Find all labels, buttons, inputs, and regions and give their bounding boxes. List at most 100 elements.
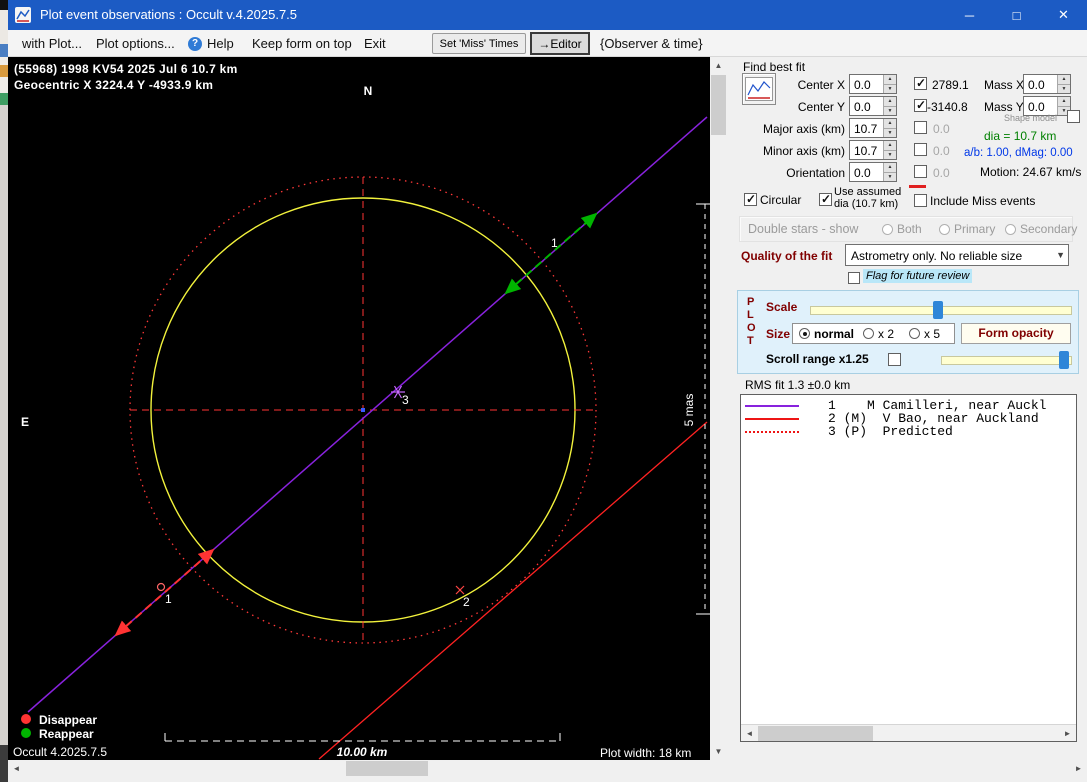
find-best-fit-label: Find best fit	[743, 60, 805, 74]
mass-y-label: Mass Y	[984, 100, 1024, 114]
menu-exit[interactable]: Exit	[364, 36, 386, 51]
major-axis-checkbox[interactable]	[914, 121, 927, 134]
double-stars-secondary-radio[interactable]	[1005, 224, 1016, 235]
flag-review-checkbox[interactable]	[848, 272, 860, 284]
horizontal-scroll-thumb[interactable]	[346, 761, 428, 776]
scroll-left-icon[interactable]: ◄	[8, 760, 25, 777]
spinner-down-icon[interactable]: ▼	[883, 106, 896, 115]
chordlist-horizontal-scrollbar[interactable]: ◄ ►	[741, 724, 1076, 741]
orientation-checkbox[interactable]	[914, 165, 927, 178]
find-best-fit-button[interactable]	[742, 73, 776, 105]
scroll-right-icon[interactable]: ►	[1070, 760, 1087, 777]
shape-model-checkbox[interactable]	[1067, 110, 1080, 123]
editor-button[interactable]: →Editor	[530, 32, 590, 55]
spinner-down-icon[interactable]: ▼	[1057, 84, 1070, 93]
spinner-down-icon[interactable]: ▼	[883, 150, 896, 159]
spinner-down-icon[interactable]: ▼	[883, 128, 896, 137]
center-y-checkbox[interactable]	[914, 99, 927, 112]
spinner-up-icon[interactable]: ▲	[883, 75, 896, 84]
spinner-up-icon[interactable]: ▲	[883, 163, 896, 172]
spinner-up-icon[interactable]: ▲	[883, 97, 896, 106]
window-controls: ─ □ ✕	[946, 0, 1087, 30]
minimize-icon: ─	[965, 8, 974, 23]
menu-with-plot[interactable]: with Plot...	[22, 36, 82, 51]
dropdown-icon[interactable]: ▼	[1056, 250, 1065, 260]
edge-segment	[0, 105, 8, 745]
scroll-right-icon[interactable]: ►	[1059, 725, 1076, 742]
chord-listbox[interactable]: 1 M Camilleri, near Auckl 2 (M) V Bao, n…	[740, 394, 1077, 742]
minor-axis-label: Minor axis (km)	[757, 144, 845, 158]
close-button[interactable]: ✕	[1040, 0, 1087, 30]
chord-row-1[interactable]: 1 M Camilleri, near Auckl	[743, 398, 1074, 411]
close-icon: ✕	[1058, 7, 1069, 23]
plot-letter: L	[747, 309, 754, 321]
mass-x-label: Mass X	[984, 78, 1024, 92]
chordlist-scroll-thumb[interactable]	[758, 726, 873, 741]
size-x2-radio[interactable]	[863, 328, 874, 339]
reappear-legend-dot	[21, 728, 31, 738]
orientation-value: 0.0	[854, 166, 871, 180]
rms-fit-label: RMS fit 1.3 ±0.0 km	[745, 378, 850, 392]
center-x-checkbox[interactable]	[914, 77, 927, 90]
scale-slider-thumb[interactable]	[933, 301, 943, 319]
major-axis-input[interactable]: 10.7 ▲ ▼	[849, 118, 897, 138]
background-window-edge	[0, 0, 8, 782]
spinner-down-icon[interactable]: ▼	[883, 84, 896, 93]
double-stars-both-radio[interactable]	[882, 224, 893, 235]
help-icon[interactable]: ?	[188, 37, 202, 51]
marker-3: 3	[402, 393, 409, 407]
minor-axis-checkbox[interactable]	[914, 143, 927, 156]
observer-time-label: {Observer & time}	[600, 36, 703, 51]
minimize-button[interactable]: ─	[946, 0, 993, 30]
maximize-icon: □	[1013, 8, 1021, 23]
scroll-down-icon[interactable]: ▼	[710, 743, 727, 760]
menu-help[interactable]: Help	[207, 36, 234, 51]
minor-axis-input[interactable]: 10.7 ▲ ▼	[849, 140, 897, 160]
plot-controls-box: P L O T Scale Size normal x 2 x 5 Form o…	[737, 290, 1079, 374]
vertical-scroll-thumb[interactable]	[711, 75, 726, 135]
spinner-up-icon[interactable]: ▲	[1057, 97, 1070, 106]
orientation-input[interactable]: 0.0 ▲ ▼	[849, 162, 897, 182]
scroll-range-slider[interactable]	[941, 356, 1072, 365]
chord-row-3[interactable]: 3 (P) Predicted	[743, 424, 1074, 437]
spinner-up-icon[interactable]: ▲	[883, 119, 896, 128]
chord-row-2[interactable]: 2 (M) V Bao, near Auckland	[743, 411, 1074, 424]
plot-vertical-scrollbar[interactable]: ▲ ▼	[710, 57, 727, 760]
scroll-left-icon[interactable]: ◄	[741, 725, 758, 742]
set-miss-times-button[interactable]: Set 'Miss' Times	[432, 33, 526, 54]
menu-plot-options[interactable]: Plot options...	[96, 36, 175, 51]
spinner-up-icon[interactable]: ▲	[883, 141, 896, 150]
double-stars-primary-label: Primary	[954, 222, 995, 236]
center-y-input[interactable]: 0.0 ▲ ▼	[849, 96, 897, 116]
spinner-down-icon[interactable]: ▼	[883, 172, 896, 181]
mass-x-value: 0.0	[1028, 78, 1045, 92]
form-opacity-button[interactable]: Form opacity	[961, 323, 1071, 344]
marker-2: 2	[463, 595, 470, 609]
double-stars-group: Double stars - show Both Primary Seconda…	[739, 216, 1073, 242]
include-miss-events-checkbox[interactable]	[914, 194, 927, 207]
scroll-range-checkbox[interactable]	[888, 353, 901, 366]
menu-keep-form-on-top[interactable]: Keep form on top	[252, 36, 352, 51]
quality-of-fit-select[interactable]: Astrometry only. No reliable size ▼	[845, 244, 1069, 266]
disappear-legend-label: Disappear	[39, 713, 97, 727]
scroll-range-label: Scroll range x1.25	[766, 352, 869, 366]
size-x5-radio[interactable]	[909, 328, 920, 339]
maximize-button[interactable]: □	[993, 0, 1040, 30]
center-x-input[interactable]: 0.0 ▲ ▼	[849, 74, 897, 94]
scroll-up-icon[interactable]: ▲	[710, 57, 727, 74]
use-assumed-dia-checkbox[interactable]	[819, 193, 832, 206]
size-normal-radio[interactable]	[799, 328, 810, 339]
center-x-value: 0.0	[854, 78, 871, 92]
circular-checkbox[interactable]	[744, 193, 757, 206]
window-title: Plot event observations : Occult v.4.202…	[40, 7, 297, 22]
minor-axis-value: 10.7	[854, 144, 877, 158]
double-stars-both-label: Both	[897, 222, 922, 236]
scroll-range-slider-thumb[interactable]	[1059, 351, 1069, 369]
plot-horizontal-scrollbar[interactable]: ◄ ►	[8, 760, 1087, 777]
spinner-up-icon[interactable]: ▲	[1057, 75, 1070, 84]
plot-canvas[interactable]: (55968) 1998 KV54 2025 Jul 6 10.7 km Geo…	[8, 57, 710, 760]
double-stars-primary-radio[interactable]	[939, 224, 950, 235]
center-y-label: Center Y	[785, 100, 845, 114]
mass-x-input[interactable]: 0.0 ▲ ▼	[1023, 74, 1071, 94]
use-assumed-dia-label: Use assumed dia (10.7 km)	[834, 187, 916, 210]
